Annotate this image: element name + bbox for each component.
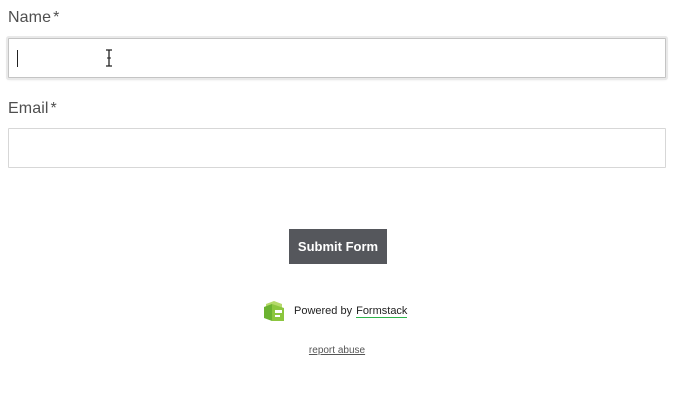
powered-by-footer: Powered by Formstack	[262, 300, 408, 322]
email-label-text: Email	[8, 100, 49, 117]
required-asterisk: *	[50, 100, 57, 117]
email-label: Email *	[8, 100, 57, 118]
submit-form-button[interactable]: Submit Form	[289, 229, 387, 264]
name-label: Name *	[8, 9, 59, 27]
name-input[interactable]	[8, 38, 666, 78]
formstack-logo-icon	[264, 301, 284, 321]
email-input[interactable]	[8, 128, 666, 168]
formstack-link[interactable]: Formstack	[356, 305, 408, 318]
powered-by-text: Powered by	[294, 305, 353, 317]
report-abuse-link[interactable]: report abuse	[309, 345, 365, 356]
text-caret	[17, 50, 18, 67]
required-asterisk: *	[53, 9, 60, 26]
report-abuse-container: report abuse	[0, 345, 674, 356]
text-cursor-icon	[106, 49, 112, 67]
name-label-text: Name	[8, 9, 52, 26]
